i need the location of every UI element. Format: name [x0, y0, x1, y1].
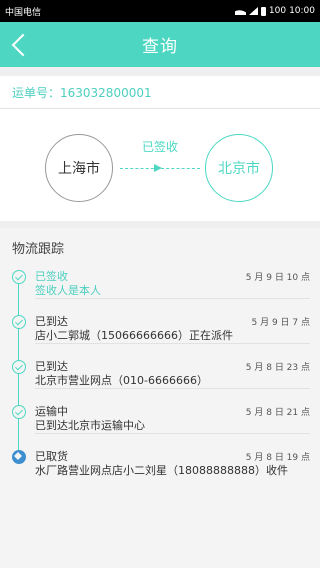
- waybill-number: 运单号：163032800001: [0, 76, 320, 109]
- tracking-title: 物流跟踪: [12, 242, 65, 257]
- route-card: 上海市 已签收 北京市: [0, 109, 320, 221]
- carrier-name: 中国电信: [5, 7, 42, 18]
- tracking-item: 运输中 已到达北京市运输中心 5 月 8 日 21 点: [0, 397, 320, 442]
- battery-level: 100: [268, 6, 287, 16]
- status-bar: 中国电信 100 10:00: [0, 0, 320, 22]
- tracking-detail: 水厂路营业网点店小二刘星（18088888888）收件: [35, 464, 288, 477]
- status-icons: 100 10:00: [235, 6, 315, 16]
- battery-icon: [260, 6, 266, 16]
- page-title: 查询: [142, 37, 178, 57]
- tracking-item: 已签收 签收人是本人 5 月 9 日 10 点: [0, 262, 320, 307]
- arrow-right-icon: [152, 164, 164, 172]
- divider: [35, 388, 310, 389]
- tracking-time: 5 月 8 日 23 点: [245, 363, 310, 373]
- courier-icon: [12, 450, 26, 464]
- destination-city: 北京市: [205, 134, 273, 202]
- check-icon: [12, 405, 26, 419]
- check-icon: [12, 360, 26, 374]
- divider: [35, 343, 310, 344]
- tracking-time: 5 月 8 日 19 点: [245, 453, 310, 463]
- signal-icon: [248, 7, 258, 15]
- check-icon: [12, 270, 26, 284]
- tracking-time: 5 月 8 日 21 点: [245, 408, 310, 418]
- tracking-time: 5 月 9 日 10 点: [245, 273, 310, 283]
- tracking-detail: 已到达北京市运输中心: [35, 419, 145, 432]
- tracking-time: 5 月 9 日 7 点: [251, 318, 310, 328]
- tracking-detail: 签收人是本人: [35, 284, 101, 297]
- divider: [35, 298, 310, 299]
- tracking-item: 已到达 店小二郭城（15066666666）正在派件 5 月 9 日 7 点: [0, 307, 320, 352]
- tracking-item: 已到达 北京市营业网点（010-6666666） 5 月 8 日 23 点: [0, 352, 320, 397]
- tracking-detail: 店小二郭城（15066666666）正在派件: [35, 329, 233, 342]
- wifi-icon: [235, 7, 246, 15]
- check-icon: [12, 315, 26, 329]
- nav-bar: 查询: [0, 22, 320, 67]
- divider: [35, 433, 310, 434]
- tracking-detail: 北京市营业网点（010-6666666）: [35, 374, 208, 387]
- origin-city: 上海市: [45, 134, 113, 202]
- tracking-section: 物流跟踪 已签收 签收人是本人 5 月 9 日 10 点 已到达 店小二郭城（1…: [0, 228, 320, 568]
- tracking-item: 已取货 水厂路营业网点店小二刘星（18088888888）收件 5 月 8 日 …: [0, 442, 320, 487]
- clock: 10:00: [289, 6, 315, 16]
- back-arrow-icon[interactable]: [6, 32, 32, 58]
- route-status: 已签收: [141, 140, 178, 154]
